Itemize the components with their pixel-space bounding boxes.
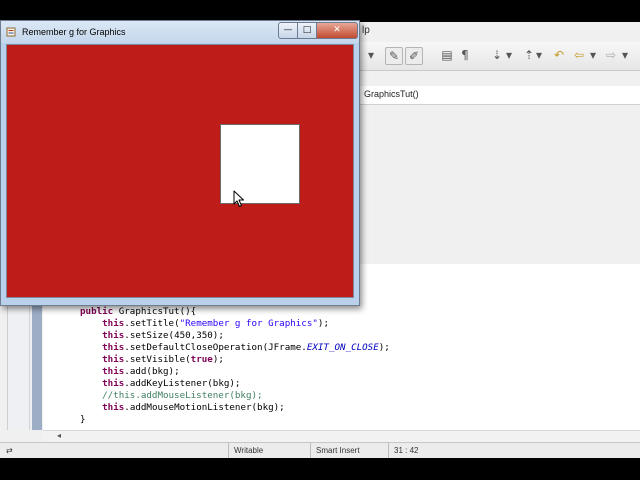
minimize-button[interactable]: — <box>278 22 298 39</box>
scroll-left-icon[interactable]: ◂ <box>57 431 61 440</box>
close-button[interactable]: ✕ <box>317 22 358 39</box>
code-line[interactable]: this.setSize(450,350); <box>80 330 224 342</box>
last-edit-location-icon[interactable]: ↶ <box>551 47 567 63</box>
code-line[interactable]: public GraphicsTut(){ <box>80 306 196 318</box>
next-annotation-icon[interactable]: ⇣ <box>489 47 505 63</box>
show-whitespace-icon[interactable]: ¶ <box>457 47 473 63</box>
previous-annotation-dropdown-icon[interactable]: ▾ <box>535 47 543 63</box>
mouse-pointer-icon <box>233 190 244 207</box>
status-writable: Writable <box>234 446 264 455</box>
block-selection-icon[interactable]: ▤ <box>439 47 455 63</box>
white-square <box>220 124 300 204</box>
code-line[interactable]: this.setTitle("Remember g for Graphics")… <box>80 318 329 330</box>
code-line[interactable]: //this.addMouseListener(bkg); <box>80 390 262 402</box>
code-line[interactable]: this.addKeyListener(bkg); <box>80 378 240 390</box>
forward-dropdown-icon[interactable]: ▾ <box>621 47 629 63</box>
next-annotation-dropdown-icon[interactable]: ▾ <box>505 47 513 63</box>
breadcrumb: GraphicsTut() <box>355 86 640 105</box>
window-title: Remember g for Graphics <box>22 27 126 37</box>
status-insert-mode: Smart Insert <box>316 446 360 455</box>
java-app-icon <box>6 27 16 37</box>
forward-icon[interactable]: ⇨ <box>603 47 619 63</box>
status-left-icon: ⇄ <box>6 446 13 455</box>
code-line[interactable]: this.addMouseMotionListener(bkg); <box>80 402 285 414</box>
line-marker-bar <box>32 290 42 430</box>
highlight-icon[interactable]: ✐ <box>405 47 423 65</box>
toggle-mark-occurrences-icon[interactable]: ✎ <box>385 47 403 65</box>
status-cursor-position: 31 : 42 <box>394 446 419 455</box>
back-icon[interactable]: ⇦ <box>571 47 587 63</box>
code-line[interactable]: this.add(bkg); <box>80 366 179 378</box>
code-line[interactable]: this.setVisible(true); <box>80 354 224 366</box>
graphics-window[interactable]: Remember g for Graphics — □ ✕ <box>0 20 360 306</box>
maximize-button[interactable]: □ <box>298 22 317 39</box>
bottom-black-bar <box>0 458 640 480</box>
back-dropdown-icon[interactable]: ▾ <box>589 47 597 63</box>
breadcrumb-item[interactable]: GraphicsTut() <box>364 89 419 99</box>
top-black-bar <box>0 0 640 22</box>
window-titlebar[interactable]: Remember g for Graphics — □ ✕ <box>1 21 359 43</box>
red-canvas[interactable] <box>6 44 354 298</box>
status-bar: ⇄ Writable Smart Insert 31 : 42 <box>0 442 640 459</box>
ide-toolbar: ▾ ✎ ✐ ▤ ¶ ⇣ ▾ ⇡ ▾ ↶ ⇦ ▾ ⇨ ▾ <box>355 42 640 71</box>
menu-help[interactable]: lp <box>362 25 370 36</box>
window-controls: — □ ✕ <box>278 22 358 39</box>
code-line[interactable]: this.setDefaultCloseOperation(JFrame.EXI… <box>80 342 390 354</box>
code-line[interactable]: } <box>80 414 86 426</box>
dropdown-arrow-icon[interactable]: ▾ <box>363 47 379 63</box>
